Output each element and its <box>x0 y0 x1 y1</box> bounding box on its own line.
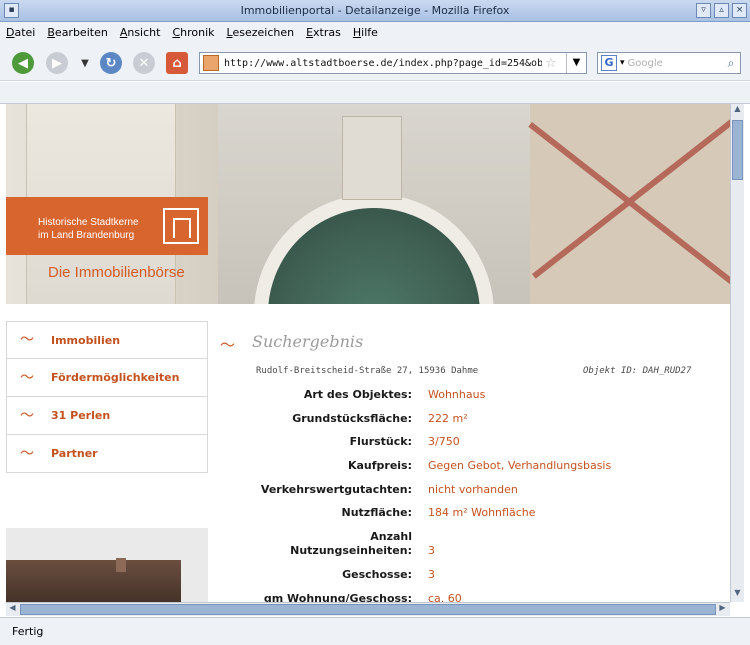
sidebar-item-label: Partner <box>51 447 98 460</box>
swirl-icon: 〜 <box>20 445 34 462</box>
logo-mark-icon <box>163 208 199 244</box>
site-icon <box>203 55 219 71</box>
vertical-scrollbar[interactable]: ▲ ▼ <box>730 104 744 602</box>
page-viewport: Historische Stadtkerne im Land Brandenbu… <box>6 104 730 602</box>
search-input[interactable]: Google <box>628 58 722 69</box>
menu-ansicht[interactable]: Ansicht <box>120 26 161 39</box>
swirl-icon: 〜 <box>20 332 34 348</box>
detail-row: Art des Objektes: Wohnhaus <box>303 388 486 401</box>
bookmarks-toolbar <box>0 82 750 104</box>
menu-bearbeiten[interactable]: Bearbeiten <box>47 26 107 39</box>
title-bar: ▪ Immobilienportal - Detailanzeige - Moz… <box>0 0 750 22</box>
horizontal-scrollbar[interactable]: ◀ ▶ <box>6 602 730 616</box>
search-engine-icon[interactable]: G <box>601 55 617 71</box>
home-icon[interactable]: ⌂ <box>166 52 188 74</box>
sidebar-item-foerdermoeglichkeiten[interactable]: 〜 Fördermöglichkeiten <box>6 359 208 397</box>
search-icon[interactable]: ⌕ <box>722 56 740 71</box>
navigation-toolbar: ◀ ▶ ▼ ↻ ✕ ⌂ http://www.altstadtboerse.de… <box>0 43 750 81</box>
status-text: Fertig <box>12 625 44 638</box>
sidebar-item-label: Immobilien <box>51 333 121 347</box>
menu-hilfe[interactable]: Hilfe <box>353 26 378 39</box>
menu-datei[interactable]: Datei <box>6 26 35 39</box>
page-title: Suchergebnis <box>252 332 364 351</box>
maximize-icon[interactable]: ▵ <box>714 3 729 18</box>
forward-icon[interactable]: ▶ <box>46 52 68 74</box>
property-photo-roof <box>6 560 181 602</box>
scroll-right-icon[interactable]: ▶ <box>716 603 729 616</box>
menu-lesezeichen[interactable]: Lesezeichen <box>227 26 295 39</box>
minimize-icon[interactable]: ▿ <box>696 3 711 18</box>
search-bar[interactable]: G ▾ Google ⌕ <box>597 52 741 74</box>
object-id: Objekt ID: DAH_RUD27 <box>583 366 692 376</box>
sidebar-item-immobilien[interactable]: 〜 Immobilien <box>6 321 208 359</box>
detail-row: Geschosse: 3 <box>342 568 435 581</box>
bookmark-star-icon[interactable]: ☆ <box>545 56 557 71</box>
logo-text: Historische Stadtkerne im Land Brandenbu… <box>38 217 139 241</box>
detail-row: Anzahl Nutzungseinheiten: 3 <box>290 530 435 557</box>
url-bar[interactable]: http://www.altstadtboerse.de/index.php?p… <box>199 52 587 74</box>
chevron-down-icon[interactable]: ▾ <box>620 58 625 68</box>
menu-chronik[interactable]: Chronik <box>172 26 214 39</box>
sidebar-item-partner[interactable]: 〜 Partner <box>6 435 208 473</box>
reload-icon[interactable]: ↻ <box>100 52 122 74</box>
close-icon[interactable]: × <box>732 3 747 18</box>
detail-row: Nutzfläche: 184 m² Wohnfläche <box>341 506 536 519</box>
menu-bar: Datei Bearbeiten Ansicht Chronik Lesezei… <box>0 22 750 43</box>
sidebar-item-31-perlen[interactable]: 〜 31 Perlen <box>6 397 208 435</box>
scroll-left-icon[interactable]: ◀ <box>6 603 19 616</box>
logo-subtitle: Die Immobilienbörse <box>48 264 185 281</box>
scroll-up-icon[interactable]: ▲ <box>731 104 744 117</box>
detail-row: Kaufpreis: Gegen Gebot, Verhandlungsbasi… <box>347 459 612 472</box>
property-address: Rudolf-Breitscheid-Straße 27, 15936 Dahm… <box>256 366 479 376</box>
detail-row: Flurstück: 3/750 <box>349 435 460 448</box>
menu-extras[interactable]: Extras <box>306 26 341 39</box>
swirl-icon: 〜 <box>20 369 34 386</box>
sidebar-item-label: 31 Perlen <box>51 409 111 422</box>
window-menu-icon[interactable]: ▪ <box>4 3 19 18</box>
sidebar-nav: 〜 Immobilien 〜 Fördermöglichkeiten 〜 31 … <box>6 321 208 473</box>
scroll-down-icon[interactable]: ▼ <box>731 588 744 601</box>
swirl-icon: 〜 <box>20 407 34 424</box>
window-title: Immobilienportal - Detailanzeige - Mozil… <box>240 4 510 17</box>
swirl-icon: 〜 <box>220 336 236 354</box>
detail-row: Grundstücksfläche: 222 m² <box>292 412 468 425</box>
sidebar-item-label: Fördermöglichkeiten <box>51 371 180 384</box>
stop-icon[interactable]: ✕ <box>133 52 155 74</box>
back-icon[interactable]: ◀ <box>12 52 34 74</box>
vertical-scroll-thumb[interactable] <box>732 120 743 180</box>
history-dropdown-icon[interactable]: ▼ <box>74 52 96 74</box>
detail-row: Verkehrswertgutachten: nicht vorhanden <box>260 483 518 496</box>
horizontal-scroll-thumb[interactable] <box>20 604 716 615</box>
status-bar: Fertig <box>0 617 750 645</box>
url-text[interactable]: http://www.altstadtboerse.de/index.php?p… <box>224 58 542 69</box>
url-dropdown-icon[interactable]: ▼ <box>566 53 586 73</box>
detail-row: qm Wohnung/Geschoss: ca. 60 <box>263 592 462 602</box>
